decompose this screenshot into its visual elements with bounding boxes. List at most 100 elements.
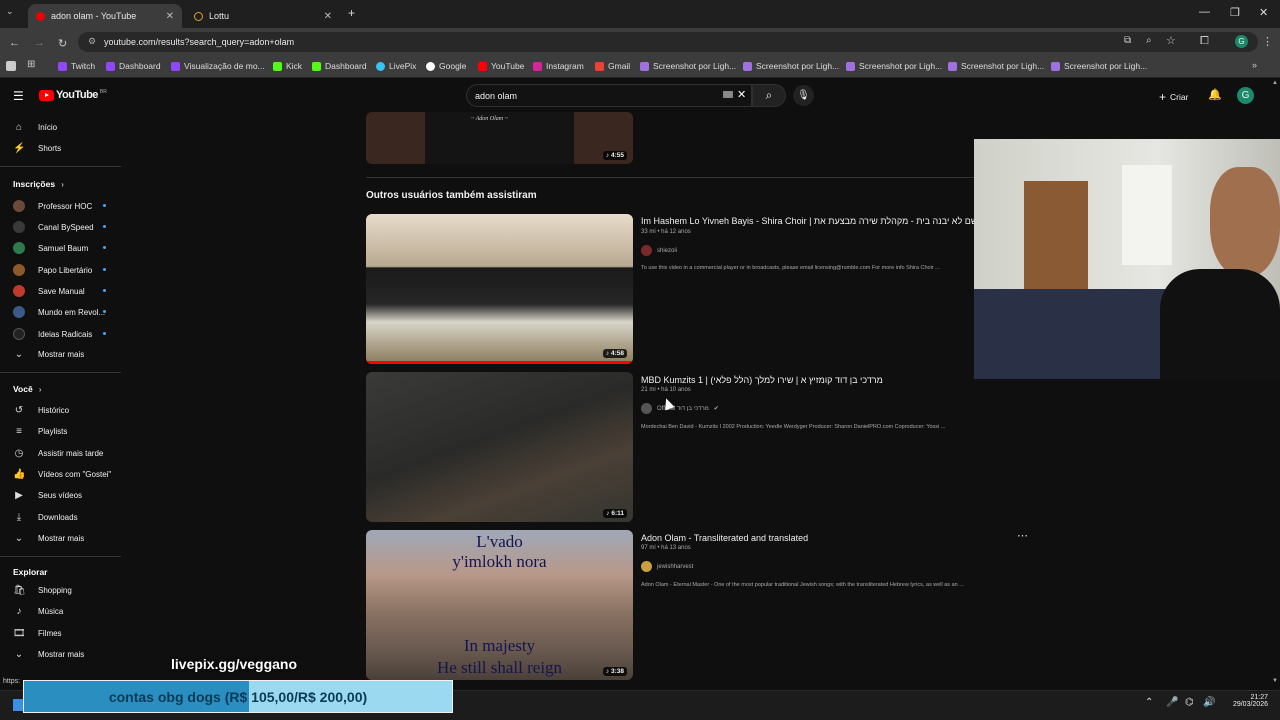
clear-search-icon[interactable]: ✕ [737,88,746,101]
reload-icon[interactable]: ↻ [58,37,67,50]
video-title[interactable]: MBD Kumzits 1 | מרדכי בן דוד קומזיץ א | … [641,375,974,385]
sidebar-item-watch-later[interactable]: ◷ Assistir mais tarde [13,448,104,459]
sidebar-item-music[interactable]: ♪ Música [13,606,64,617]
keyboard-icon[interactable] [723,91,733,98]
sidebar-item-shorts[interactable]: ⚡ Shorts [13,143,61,154]
sidebar-item-playlists[interactable]: ≡ Playlists [13,426,67,437]
new-content-dot [103,246,106,249]
sidebar-show-more[interactable]: ⌄ Mostrar mais [13,349,84,360]
lightshot-icon [948,61,957,71]
bookmark-item[interactable]: Screenshot por Ligh... [743,61,839,71]
bookmark-item[interactable]: Gmail [595,61,630,71]
video-title[interactable]: Im Hashem Lo Yivneh Bayis - Shira Choir … [641,216,974,226]
more-bookmarks-icon[interactable]: » [1252,60,1257,70]
sidebar-item-films[interactable]: 🎞 Filmes [13,628,62,639]
sidebar-item-subscription[interactable]: Samuel Baum [13,242,88,254]
search-input[interactable]: adon olam ✕ [466,84,752,107]
bookmark-item[interactable]: Dashboard [312,61,367,71]
bookmark-item[interactable]: Screenshot por Ligh... [846,61,942,71]
bookmark-item[interactable]: Dashboard [106,61,161,71]
music-note-icon: ♪ [605,350,610,357]
apps-grid-icon[interactable]: ⊞ [27,59,35,70]
sidebar-item-subscription[interactable]: Canal BySpeed [13,221,94,233]
zoom-icon[interactable]: ⌕ [1146,35,1152,46]
video-thumbnail[interactable]: L'vado y'imlokh nora In majesty He still… [366,530,633,680]
channel-link[interactable]: jewishharvest [641,561,693,572]
forward-icon[interactable]: → [34,37,45,49]
sidebar-item-history[interactable]: ↺ Histórico [13,405,69,416]
music-icon: ♪ [16,606,22,617]
bookmark-item[interactable]: Screenshot por Ligh... [640,61,736,71]
tab-youtube[interactable]: adon olam - YouTube ✕ [28,4,182,28]
bookmark-item[interactable]: Visualização de mo... [171,61,265,71]
history-icon: ↺ [14,405,24,416]
install-app-icon[interactable]: ⧉ [1124,35,1131,46]
thumbnail-text: In majesty [463,636,536,655]
channel-link[interactable]: shiezoli [641,245,677,256]
video-title[interactable]: Adon Olam - Transliterated and translate… [641,533,808,543]
sidebar-item-shopping[interactable]: 🛍 Shopping [13,585,72,596]
network-icon[interactable]: ⌬ [1185,697,1194,708]
close-tab-icon[interactable]: ✕ [166,11,174,22]
clock[interactable]: 21:27 29/03/2026 [1226,694,1268,708]
channel-link[interactable]: Official מרדכי בן דוד ✔ [641,403,719,414]
channel-avatar [13,306,25,318]
notifications-bell-icon[interactable]: 🔔 [1208,88,1222,101]
site-info-icon[interactable]: ⚙ [88,36,96,47]
tray-expand-icon[interactable]: ⌃ [1145,697,1153,708]
bookmark-item[interactable]: Screenshot por Ligh... [948,61,1044,71]
new-tab-icon[interactable]: + [348,6,355,20]
create-button[interactable]: + Criar [1159,90,1188,104]
video-thumbnail[interactable]: ~ Adon Olam ~ ♪ 4:55 [366,112,633,164]
sidebar-show-more[interactable]: ⌄ Mostrar mais [13,649,84,660]
sidebar-item-subscription[interactable]: Ideias Radicais [13,328,92,340]
restore-icon[interactable]: ❐ [1230,6,1240,19]
subscriptions-heading[interactable]: Inscrições › [13,179,64,189]
close-window-icon[interactable]: ✕ [1259,6,1268,19]
scroll-up-icon[interactable]: ▲ [1272,80,1278,86]
bookmark-item[interactable]: YouTube [478,61,524,71]
bookmark-item[interactable]: Google [426,61,466,71]
sidebar-item-subscription[interactable]: Save Manual [13,285,85,297]
reading-list-icon[interactable] [6,61,16,71]
bookmark-item[interactable]: LivePix [376,61,416,71]
address-bar[interactable]: ⚙ youtube.com/results?search_query=adon+… [78,32,1258,52]
minimize-icon[interactable]: — [1199,6,1210,18]
tab-lottu[interactable]: Lottu ✕ [186,4,340,28]
new-content-dot [103,268,106,271]
bookmark-item[interactable]: Screenshot por Ligh... [1051,61,1147,71]
search-button[interactable]: ⌕ [752,84,786,107]
sidebar-show-more[interactable]: ⌄ Mostrar mais [13,533,84,544]
account-avatar[interactable]: G [1237,87,1254,104]
tab-search-icon[interactable]: ⌄ [6,6,14,17]
sidebar-item-your-videos[interactable]: ▶ Seus vídeos [13,490,82,501]
you-heading[interactable]: Você › [13,384,42,394]
back-icon[interactable]: ← [9,37,20,49]
browser-menu-icon[interactable]: ⋮ [1262,35,1273,48]
youtube-logo[interactable]: YouTube BR [39,89,107,101]
video-thumbnail[interactable]: ♪ 4:58 [366,214,633,364]
sidebar-item-home[interactable]: ⌂ Início [13,122,57,133]
bookmark-item[interactable]: Twitch [58,61,95,71]
sidebar-item-subscription[interactable]: Papo Libertário [13,264,92,276]
profile-avatar[interactable]: G [1235,35,1248,48]
scroll-down-icon[interactable]: ▼ [1272,678,1278,684]
volume-icon[interactable]: 🔊 [1203,697,1215,708]
bookmark-star-icon[interactable]: ☆ [1166,34,1176,47]
more-actions-icon[interactable]: ⋯ [1017,529,1028,542]
instagram-icon [533,61,542,71]
video-thumbnail[interactable]: ♪ 6:11 [366,372,633,522]
sidebar-item-liked-videos[interactable]: 👍 Vídeos com "Gostei" [13,469,111,480]
channel-avatar [641,245,652,256]
microphone-tray-icon[interactable]: 🎤 [1166,697,1178,708]
sidebar-item-subscription[interactable]: Professor HOC [13,200,92,212]
sidebar-item-subscription[interactable]: Mundo em Revol... [13,306,105,318]
sidebar-item-downloads[interactable]: ⤓ Downloads [13,512,78,523]
close-tab-icon[interactable]: ✕ [324,11,332,22]
duration-badge: ♪ 4:58 [602,349,627,358]
menu-icon[interactable]: ☰ [13,89,24,103]
voice-search-button[interactable]: 🎙 [793,85,814,106]
bookmark-item[interactable]: Instagram [533,61,584,71]
extensions-icon[interactable]: ⧠ [1200,35,1209,48]
bookmark-item[interactable]: Kick [273,61,302,71]
